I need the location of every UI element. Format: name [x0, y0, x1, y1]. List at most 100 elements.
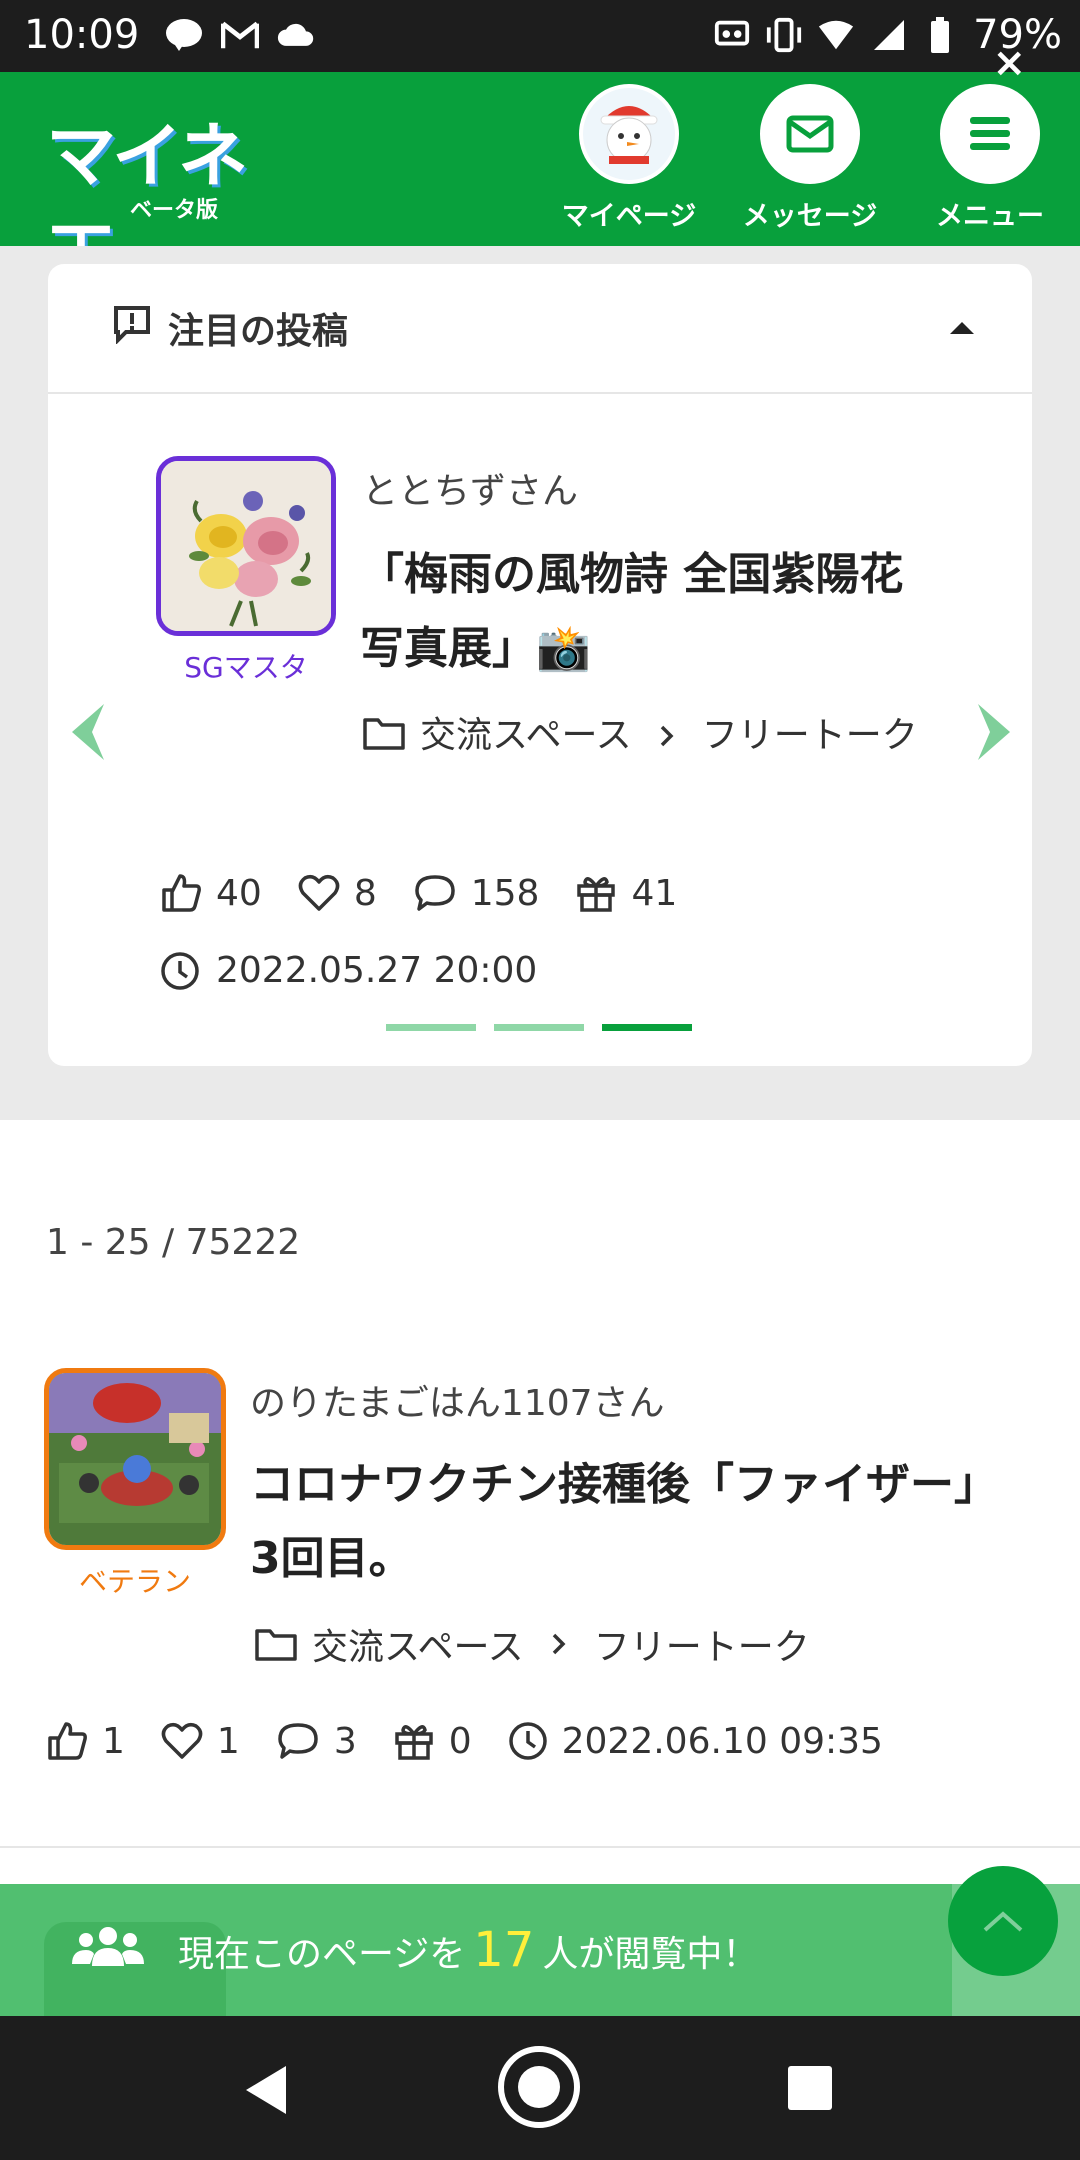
like-count: 40 [216, 872, 262, 914]
gift-stat[interactable]: 0 [393, 1720, 472, 1762]
system-nav-bar [0, 2016, 1080, 2160]
message-button[interactable]: メッセージ [735, 84, 885, 234]
featured-header[interactable]: 注目の投稿 [48, 264, 1032, 394]
featured-username[interactable]: ととちずさん [362, 462, 578, 514]
chevron-up-icon [983, 1911, 1023, 1932]
site-logo[interactable]: マイネ王 ベータ版 [46, 100, 306, 298]
collapse-caret-icon[interactable] [950, 322, 974, 334]
heart-stat[interactable]: 8 [298, 873, 377, 914]
featured-category-link[interactable]: 交流スペース [420, 715, 632, 756]
announcement-icon [112, 304, 152, 348]
clock-icon [508, 1722, 547, 1760]
logo-subtitle: ベータ版 [130, 198, 219, 223]
post-category: 交流スペース フリートーク [254, 1618, 810, 1670]
vibrate-icon [765, 16, 803, 54]
viewer-suffix: 人が閲覧中！ [542, 1934, 759, 1975]
mypage-avatar [579, 84, 679, 184]
signal-icon [869, 16, 907, 54]
snowman-icon [583, 88, 675, 180]
viewer-count: 17 [473, 1922, 535, 1978]
chevron-left-icon [72, 704, 104, 760]
comment-icon [278, 1723, 318, 1759]
viewer-banner: 現在このページを 17 人が閲覧中！ [0, 1884, 1080, 2016]
message-circle [760, 84, 860, 184]
comment-count: 158 [470, 872, 540, 914]
post-subcategory-link[interactable]: フリートーク [594, 1618, 810, 1670]
chevron-right-icon [552, 1633, 566, 1655]
carousel-pager [386, 1024, 692, 1031]
post-category-link[interactable]: 交流スペース [312, 1618, 524, 1670]
menu-button[interactable]: メニュー [915, 84, 1065, 234]
featured-date-text: 2022.05.27 20:00 [216, 950, 538, 991]
pager-dot-2[interactable] [494, 1024, 584, 1031]
folder-icon [363, 718, 405, 750]
post-stats: 1 1 3 0 2022.06.10 09:35 [46, 1720, 919, 1762]
home-icon[interactable] [498, 2046, 580, 2128]
post-date: 2022.06.10 09:35 [508, 1721, 883, 1762]
carousel-next-button[interactable] [970, 700, 1020, 764]
thumbs-up-icon [162, 874, 201, 912]
hamburger-icon [970, 117, 1010, 150]
post-username[interactable]: のりたまごはん1107さん [250, 1374, 665, 1426]
cast-icon [713, 16, 751, 54]
featured-category: 交流スペース フリートーク [362, 700, 932, 772]
viewer-close-button[interactable]: × [992, 40, 1026, 86]
line-icon [165, 16, 203, 54]
gift-icon [577, 877, 616, 912]
battery-icon [921, 16, 959, 54]
comment-stat[interactable]: 158 [413, 872, 540, 914]
post-avatar[interactable] [44, 1368, 226, 1550]
featured-avatar[interactable] [156, 456, 336, 636]
users-icon [70, 1924, 146, 1972]
cloud-icon [277, 16, 315, 54]
rose-bouquet-image [161, 461, 331, 631]
scroll-to-top-button[interactable] [948, 1866, 1058, 1976]
game-scene-image [49, 1373, 221, 1545]
heart-icon [298, 874, 340, 911]
folder-icon [255, 1629, 297, 1661]
like-count: 1 [102, 1720, 125, 1762]
mypage-button[interactable]: マイページ [554, 84, 704, 234]
post-date-text: 2022.06.10 09:35 [561, 1720, 883, 1762]
status-time: 10:09 [24, 12, 140, 58]
clock-icon [161, 951, 199, 990]
app-header: マイネ王 ベータ版 マイページ メッセージ [0, 72, 1080, 298]
featured-post-title[interactable]: 「梅雨の風物詩 全国紫陽花写真展」📸 [360, 538, 940, 686]
gift-count: 41 [631, 872, 678, 914]
gift-icon [394, 1725, 433, 1760]
carousel-prev-button[interactable] [62, 700, 112, 764]
gift-count: 0 [448, 1720, 472, 1762]
post-title[interactable]: コロナワクチン接種後「ファイザー」3回目。 [250, 1448, 1010, 1596]
result-count: 1 - 25 / 75222 [46, 1222, 301, 1263]
like-stat[interactable]: 40 [160, 872, 262, 914]
chevron-right-icon [660, 725, 674, 747]
featured-subcategory-link[interactable]: フリートーク [702, 715, 918, 756]
gmail-icon [221, 16, 259, 54]
featured-title: 注目の投稿 [168, 311, 349, 352]
heart-stat[interactable]: 1 [161, 1721, 240, 1762]
heart-icon [161, 1722, 203, 1759]
featured-date: 2022.05.27 20:00 [160, 950, 537, 991]
viewer-count-text: 現在このページを 17 人が閲覧中！ [178, 1922, 758, 1978]
envelope-icon [786, 115, 834, 153]
gift-stat[interactable]: 41 [575, 872, 677, 914]
wifi-icon [817, 16, 855, 54]
heart-count: 8 [353, 872, 377, 914]
like-stat[interactable]: 1 [46, 1720, 125, 1762]
chevron-right-icon [978, 704, 1010, 760]
thumbs-up-icon [48, 1722, 87, 1760]
heart-count: 1 [216, 1720, 240, 1762]
back-icon[interactable] [246, 2066, 286, 2114]
divider [0, 1846, 1080, 1848]
post-user-badge: ベテラン [78, 1565, 191, 1598]
pager-dot-1[interactable] [386, 1024, 476, 1031]
status-bar: 10:09 79% [0, 0, 1080, 72]
comment-stat[interactable]: 3 [276, 1721, 357, 1762]
recents-icon[interactable] [788, 2066, 832, 2110]
pager-dot-3[interactable] [602, 1024, 692, 1031]
mypage-label: マイページ [561, 201, 697, 232]
menu-circle [940, 84, 1040, 184]
featured-user-badge: SGマスタ [184, 651, 308, 684]
comment-icon [414, 875, 455, 911]
viewer-prefix: 現在このページを [178, 1934, 466, 1975]
